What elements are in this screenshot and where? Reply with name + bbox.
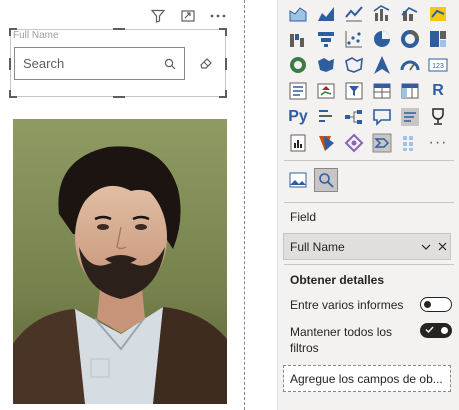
more-visuals-icon[interactable]: ···: [424, 130, 452, 156]
filter-icon[interactable]: [150, 8, 166, 24]
keep-filters-toggle[interactable]: [420, 323, 452, 338]
map-icon[interactable]: [284, 52, 312, 78]
paginated-report-icon[interactable]: [284, 130, 312, 156]
toggle-knob: [441, 326, 448, 334]
field-well-value: Full Name: [290, 239, 345, 254]
r-visual-icon[interactable]: R: [424, 78, 452, 104]
custom-visual-b-icon[interactable]: [396, 130, 424, 156]
kpi-icon[interactable]: [312, 78, 340, 104]
power-apps-icon[interactable]: [312, 130, 340, 156]
more-options-icon[interactable]: [210, 8, 226, 24]
field-well[interactable]: Full Name: [283, 233, 451, 260]
resize-handle[interactable]: [219, 90, 227, 98]
slicer-visual[interactable]: Full Name Search: [9, 28, 227, 98]
slicer-search-input[interactable]: Search: [14, 47, 185, 80]
resize-handle[interactable]: [9, 90, 17, 98]
custom-visual-a-icon[interactable]: [368, 130, 396, 156]
gauge-icon[interactable]: [396, 52, 424, 78]
line-stacked-column-chart-icon[interactable]: [396, 0, 424, 26]
search-icon: [156, 58, 184, 70]
divider: [284, 160, 454, 161]
keep-filters-label-line1: Mantener todos los: [290, 325, 393, 339]
visual-gallery: 123 R Py ···: [284, 0, 452, 156]
cross-report-label: Entre varios informes: [290, 298, 404, 312]
goals-icon[interactable]: [424, 104, 452, 130]
decomposition-tree-icon[interactable]: [340, 104, 368, 130]
slicer-title: Full Name: [13, 30, 59, 41]
resize-handle[interactable]: [9, 58, 11, 70]
python-visual-icon[interactable]: Py: [284, 104, 312, 130]
waterfall-chart-icon[interactable]: [284, 26, 312, 52]
drillthrough-title: Obtener detalles: [290, 273, 385, 287]
power-automate-icon[interactable]: [340, 130, 368, 156]
resize-handle[interactable]: [113, 96, 125, 98]
close-icon[interactable]: [434, 242, 450, 251]
cross-report-toggle[interactable]: [420, 297, 452, 312]
multi-row-card-icon[interactable]: [284, 78, 312, 104]
scatter-chart-icon[interactable]: [340, 26, 368, 52]
visualizations-pane: 123 R Py ··· Field Full Name Obtener det…: [277, 0, 459, 410]
line-clustered-column-chart-icon[interactable]: [368, 0, 396, 26]
qa-visual-icon[interactable]: [368, 104, 396, 130]
format-visual-icon[interactable]: [286, 168, 310, 192]
field-section-label: Field: [290, 210, 317, 224]
divider: [284, 202, 454, 203]
report-canvas[interactable]: Full Name Search: [0, 0, 244, 410]
matrix-icon[interactable]: [396, 78, 424, 104]
resize-handle[interactable]: [219, 28, 227, 36]
azure-map-icon[interactable]: [368, 52, 396, 78]
table-icon[interactable]: [368, 78, 396, 104]
svg-text:123: 123: [432, 63, 444, 70]
divider: [284, 264, 454, 265]
shape-map-icon[interactable]: [340, 52, 368, 78]
card-icon[interactable]: 123: [424, 52, 452, 78]
drillthrough-drop-well[interactable]: Agregue los campos de ob...: [283, 365, 451, 392]
check-icon: [425, 326, 434, 334]
clear-selections-icon[interactable]: [198, 55, 214, 71]
focus-mode-icon[interactable]: [180, 8, 196, 24]
funnel-chart-icon[interactable]: [312, 26, 340, 52]
smart-narrative-icon[interactable]: [396, 104, 424, 130]
stacked-area-chart-icon[interactable]: [284, 0, 312, 26]
keep-filters-label-line2: filtros: [290, 341, 319, 355]
analytics-icon[interactable]: [314, 168, 338, 192]
filled-map-icon[interactable]: [312, 52, 340, 78]
canvas-boundary: [244, 0, 245, 410]
pane-mode-buttons: [286, 168, 338, 192]
resize-handle[interactable]: [113, 28, 125, 30]
keep-filters-label: Mantener todos los filtros: [290, 324, 392, 356]
key-influencers-icon[interactable]: [312, 104, 340, 130]
line-chart-icon[interactable]: [340, 0, 368, 26]
pie-chart-icon[interactable]: [368, 26, 396, 52]
toggle-knob: [424, 300, 431, 308]
chevron-down-icon[interactable]: [418, 242, 434, 252]
slicer-viz-icon[interactable]: [340, 78, 368, 104]
treemap-icon[interactable]: [424, 26, 452, 52]
ribbon-chart-icon[interactable]: [424, 0, 452, 26]
donut-chart-icon[interactable]: [396, 26, 424, 52]
resize-handle[interactable]: [225, 58, 227, 70]
area-chart-icon[interactable]: [312, 0, 340, 26]
search-placeholder: Search: [23, 56, 65, 71]
person-photo: [13, 119, 227, 404]
visual-header: [150, 8, 226, 24]
